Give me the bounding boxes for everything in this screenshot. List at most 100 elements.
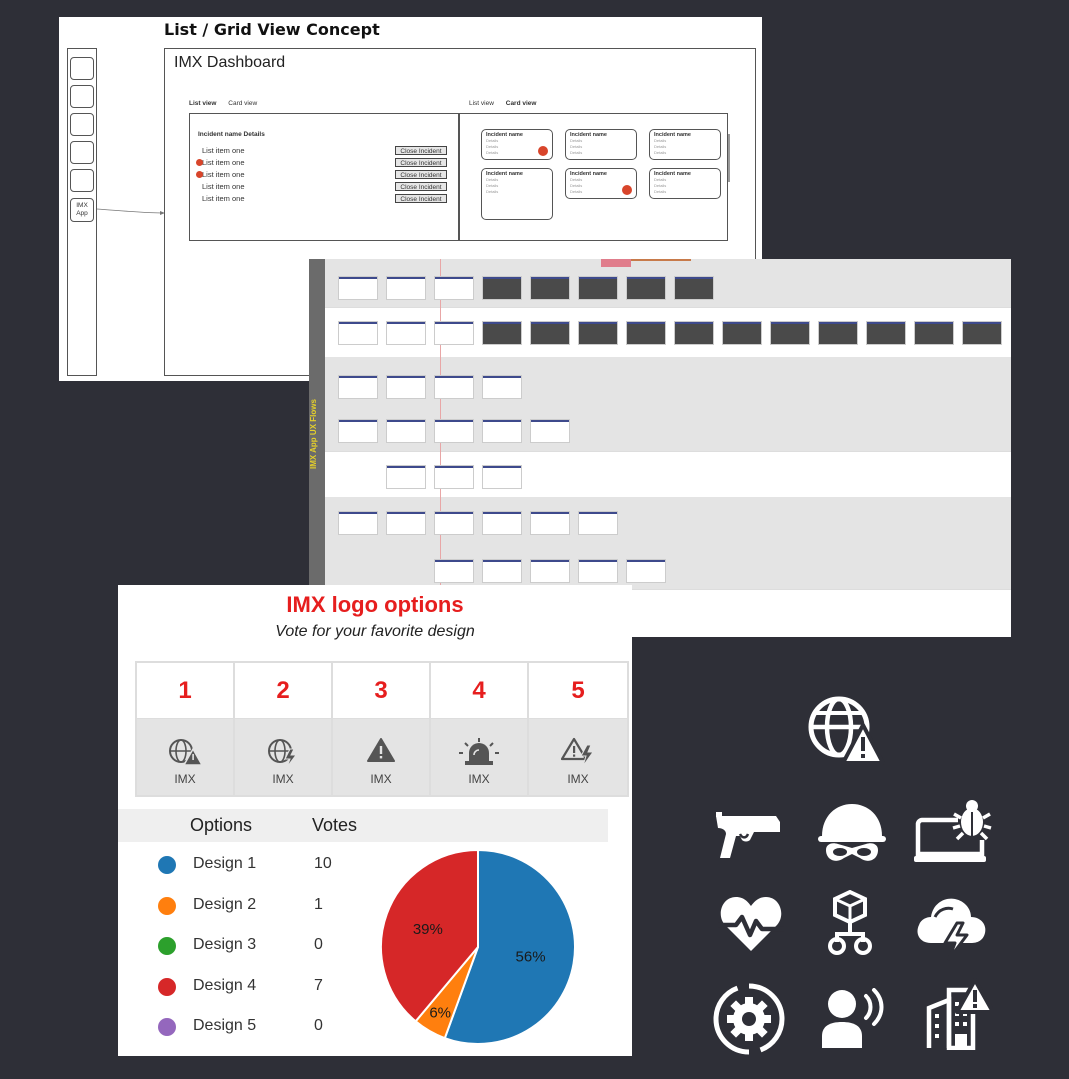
rail-button[interactable] <box>70 141 94 164</box>
list-item[interactable]: List item one Close Incident <box>202 146 447 156</box>
flow-screen-thumbnail <box>339 512 377 534</box>
poll-subtitle: Vote for your favorite design <box>275 623 475 640</box>
imx-app-button[interactable]: IMX App <box>70 198 94 222</box>
gun-icon <box>716 812 780 858</box>
flow-screen-thumbnail <box>339 277 377 299</box>
flow-screen-thumbnail <box>579 560 617 582</box>
flow-screen-thumbnail <box>483 466 521 488</box>
alert-dot <box>538 146 548 156</box>
option-number: 2 <box>235 663 331 719</box>
logo-option[interactable]: 4 IMX <box>431 663 529 795</box>
tab-list-view[interactable]: List view <box>189 100 216 107</box>
incident-card[interactable]: Incident name Details Details Details <box>649 168 721 199</box>
flow-screen-thumbnail <box>435 512 473 534</box>
design-name: Design 4 <box>193 977 257 994</box>
list-item-label: List item one <box>202 170 245 179</box>
option-label: IMX <box>174 772 196 786</box>
incident-card[interactable]: Incident name Details Details Details <box>481 168 553 220</box>
card-view-box: Incident name Details Details Details In… <box>459 113 730 241</box>
flow-screen-thumbnail <box>483 322 521 344</box>
design-name: Design 3 <box>193 936 257 953</box>
incident-card[interactable]: Incident name Details Details Details <box>649 129 721 160</box>
logo-option[interactable]: 3 IMX <box>333 663 431 795</box>
flow-screen-thumbnail <box>435 376 473 398</box>
design-name: Design 5 <box>193 1017 257 1034</box>
logo-option[interactable]: 5 IMX <box>529 663 627 795</box>
close-incident-button[interactable]: Close Incident <box>395 194 447 203</box>
rail-button[interactable] <box>70 57 94 80</box>
flow-screen-thumbnail <box>675 277 713 299</box>
dashboard-title: IMX Dashboard <box>174 54 286 71</box>
scrollbar[interactable] <box>728 134 730 182</box>
flow-screen-thumbnail <box>531 277 569 299</box>
tab-card-view[interactable]: Card view <box>506 100 537 107</box>
flow-screen-thumbnail <box>915 322 953 344</box>
globe-warning-icon <box>169 739 203 766</box>
option-number: 1 <box>137 663 233 719</box>
list-item[interactable]: List item one Close Incident <box>202 182 447 192</box>
flow-lane <box>325 357 1011 404</box>
rail-button[interactable] <box>70 113 94 136</box>
flow-screen-thumbnail <box>531 322 569 344</box>
votes-table-header: Options Votes <box>118 809 608 842</box>
rail-button[interactable] <box>70 85 94 108</box>
flow-screen-thumbnail <box>435 466 473 488</box>
rail-button[interactable] <box>70 169 94 192</box>
list-item[interactable]: List item one Close Incident <box>202 194 447 204</box>
close-incident-button[interactable]: Close Incident <box>395 158 447 167</box>
incident-card[interactable]: Incident name Details Details Details <box>481 129 553 160</box>
card-detail: Details <box>486 189 499 194</box>
list-item-label: List item one <box>202 182 245 191</box>
vote-count: 10 <box>314 855 332 872</box>
alert-dot <box>196 171 203 178</box>
close-incident-button[interactable]: Close Incident <box>395 182 447 191</box>
flows-sidebar-label: IMX App UX Flows <box>309 399 318 469</box>
flow-screen-thumbnail <box>627 560 665 582</box>
flow-screen-thumbnail <box>483 376 521 398</box>
flow-screen-thumbnail <box>387 466 425 488</box>
flow-screen-thumbnail <box>771 322 809 344</box>
logo-options-panel: IMX logo options Vote for your favorite … <box>118 585 632 1056</box>
person-speaking-icon <box>822 988 884 1048</box>
flow-screen-thumbnail <box>531 420 569 442</box>
logo-option[interactable]: 1 IMX <box>137 663 235 795</box>
legend-swatch <box>158 1018 176 1036</box>
close-incident-button[interactable]: Close Incident <box>395 170 447 179</box>
warning-triangle-icon <box>367 738 395 762</box>
flow-screen-thumbnail <box>387 512 425 534</box>
masked-helmet-icon <box>818 804 886 861</box>
logo-option[interactable]: 2 IMX <box>235 663 333 795</box>
flows-sidebar: IMX App UX Flows <box>309 259 325 637</box>
flow-screen-thumbnail <box>483 420 521 442</box>
legend-swatch <box>158 856 176 874</box>
connector-line <box>96 208 166 215</box>
list-item[interactable]: List item one Close Incident <box>196 170 447 180</box>
incident-card[interactable]: Incident name Details Details Details <box>565 168 637 199</box>
list-title: Incident name Details <box>198 131 265 138</box>
alert-dot <box>622 185 632 195</box>
storm-cloud-icon <box>917 898 986 961</box>
flow-screen-thumbnail <box>531 512 569 534</box>
flow-screen-thumbnail <box>483 277 521 299</box>
list-item[interactable]: List item one Close Incident <box>196 158 447 168</box>
tab-list-view[interactable]: List view <box>469 100 494 107</box>
tab-card-view[interactable]: Card view <box>228 100 257 107</box>
flow-screen-thumbnail <box>387 322 425 344</box>
close-incident-button[interactable]: Close Incident <box>395 146 447 155</box>
option-number: 4 <box>431 663 527 719</box>
flow-lane <box>325 259 1011 308</box>
heartbeat-icon <box>718 897 784 951</box>
flow-screen-thumbnail <box>579 512 617 534</box>
flow-screen-thumbnail <box>867 322 905 344</box>
gear-sync-icon <box>713 983 785 1055</box>
view-tabs-right: List view Card view <box>469 100 546 107</box>
flow-lane <box>325 545 1011 590</box>
flow-screen-thumbnail <box>819 322 857 344</box>
legend-swatch <box>158 937 176 955</box>
card-detail: Details <box>654 189 667 194</box>
flow-screen-thumbnail <box>627 277 665 299</box>
laptop-bug-icon <box>914 800 992 862</box>
flow-lane <box>325 307 1011 358</box>
incident-card[interactable]: Incident name Details Details Details <box>565 129 637 160</box>
legend-swatch <box>158 897 176 915</box>
